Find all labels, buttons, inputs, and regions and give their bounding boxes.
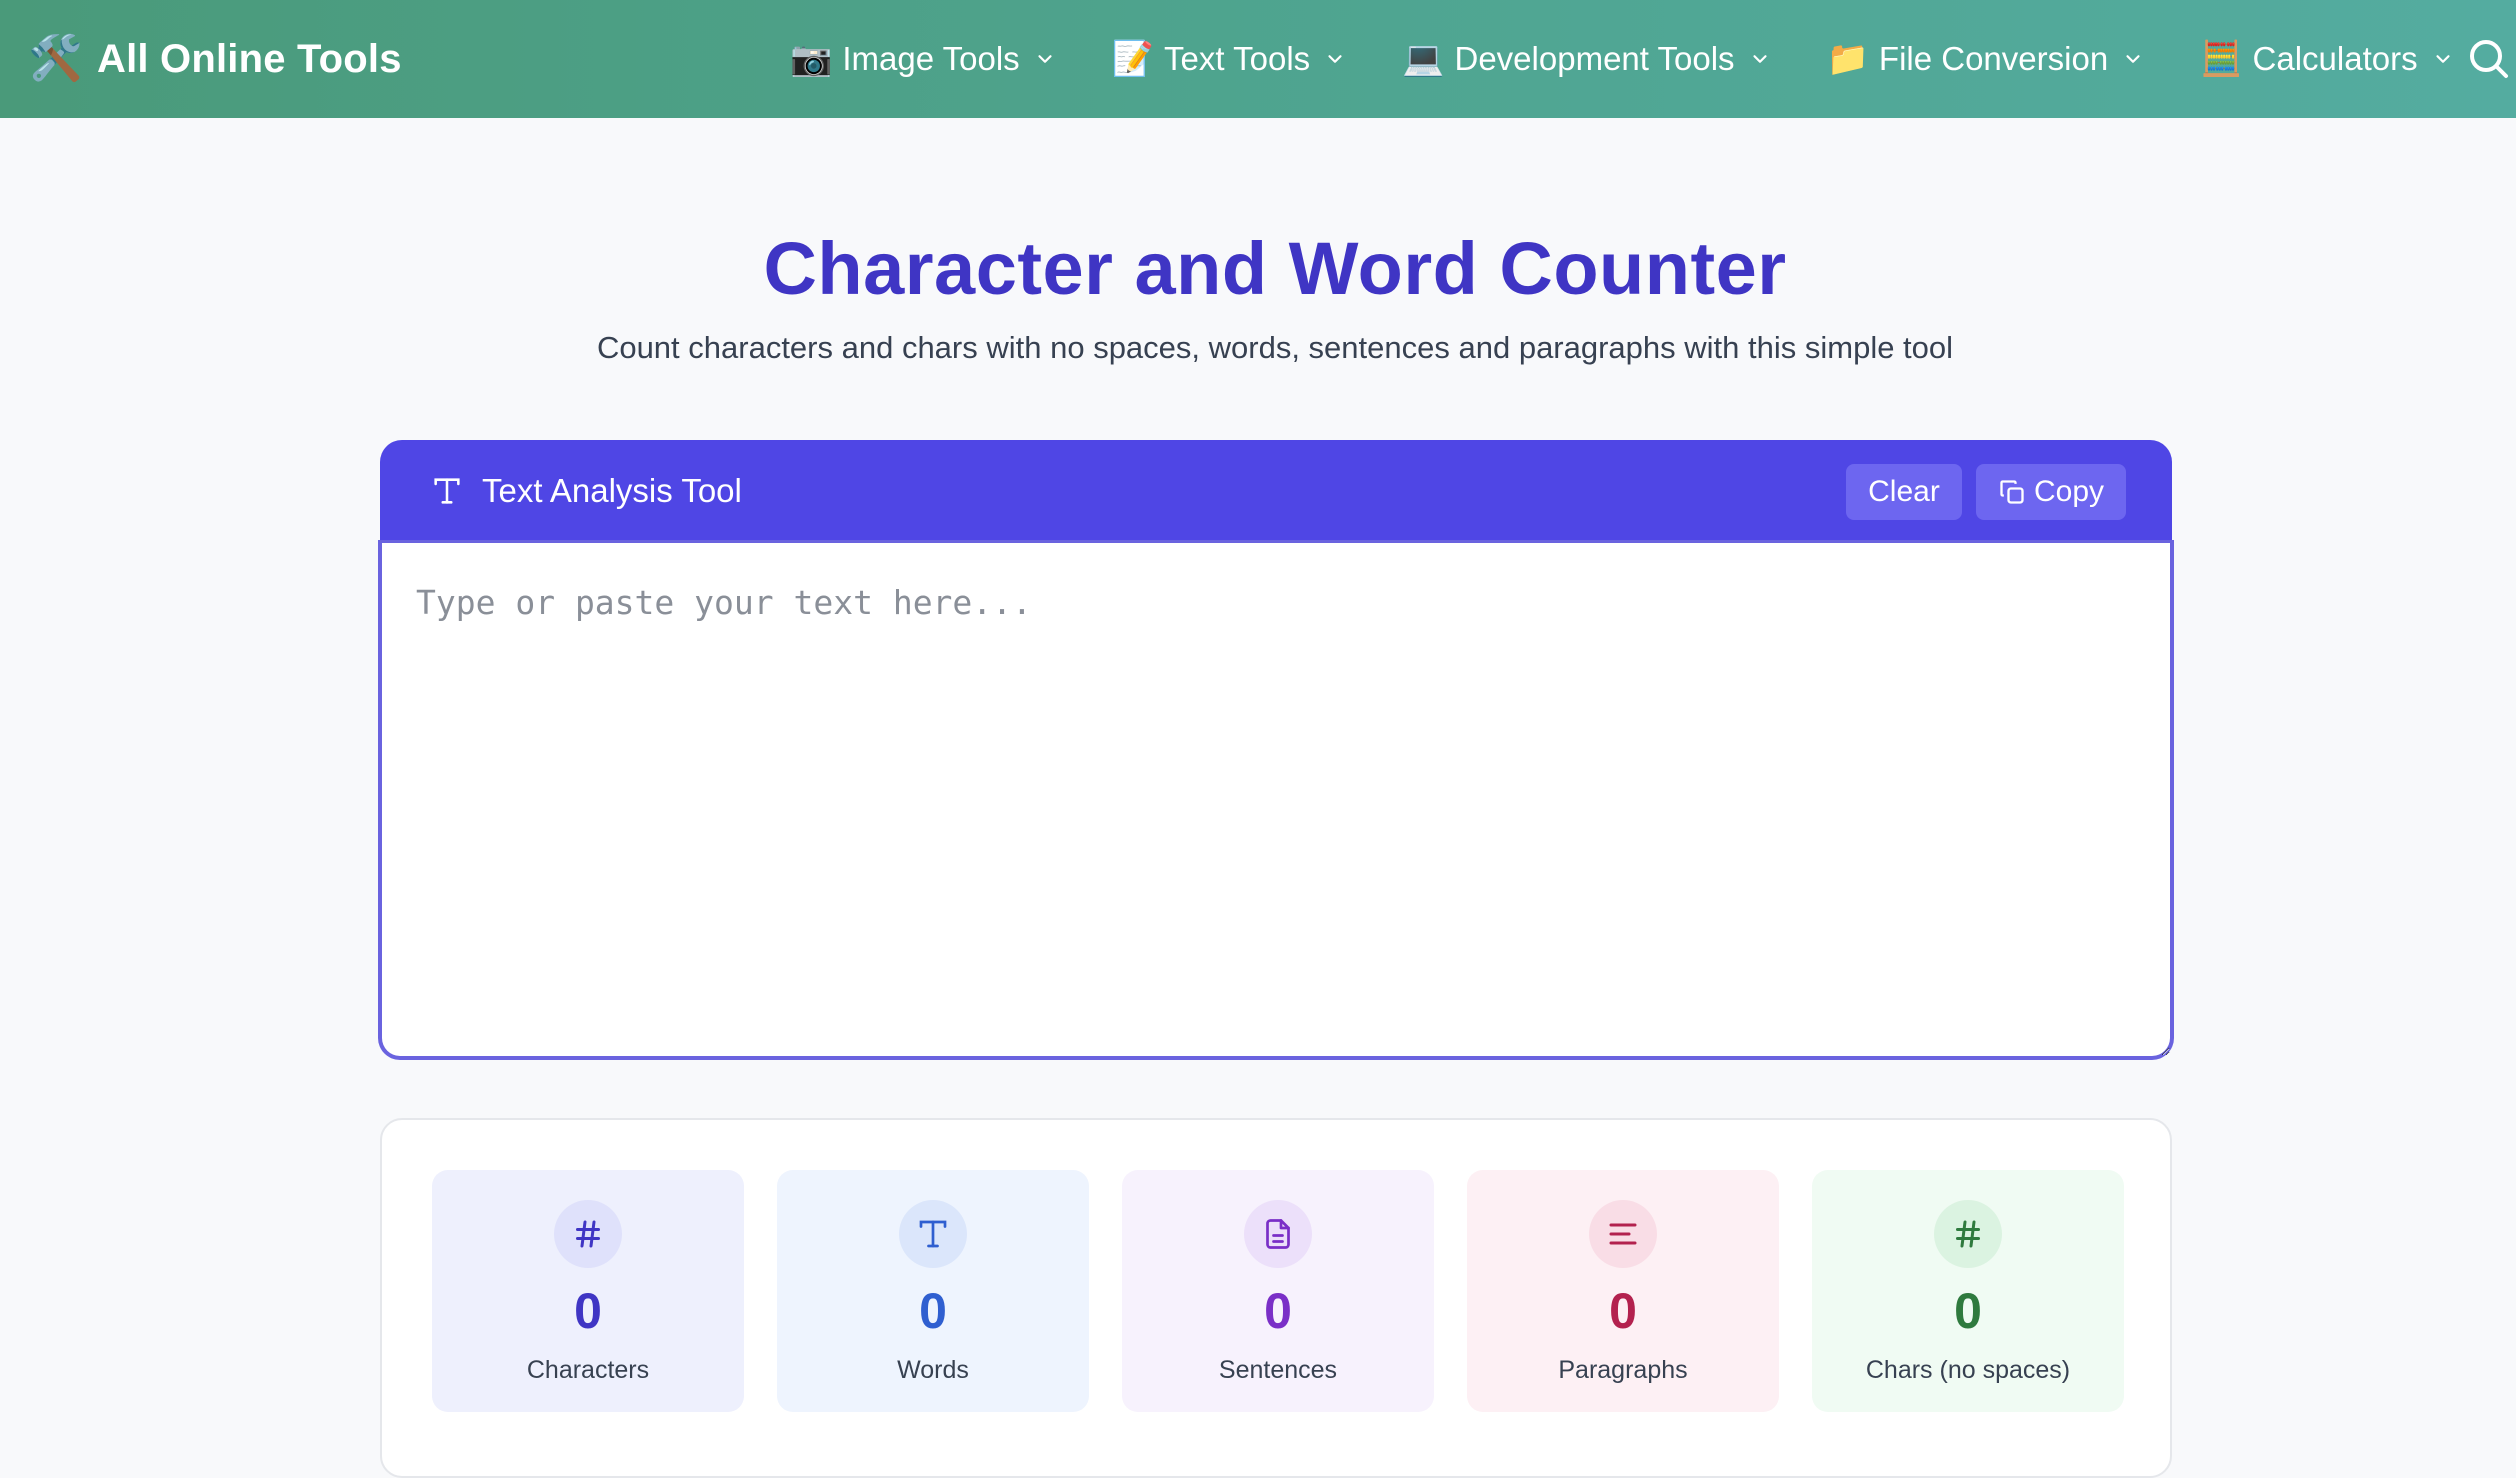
- document-icon: [1266, 1219, 1290, 1249]
- stat-sentences: 0 Sentences: [1122, 1170, 1434, 1412]
- stat-icon-wrap: [1934, 1200, 2002, 1268]
- stat-icon-wrap: [1244, 1200, 1312, 1268]
- paragraph-icon: [1609, 1223, 1637, 1245]
- chevron-down-icon: [1038, 55, 1052, 63]
- chevron-down-icon: [2435, 55, 2450, 63]
- stat-value: 0: [919, 1283, 947, 1339]
- nav-file-conversion[interactable]: 📁 File Conversion: [1827, 40, 2145, 78]
- text-icon: [919, 1220, 947, 1248]
- stat-label: Characters: [526, 1356, 650, 1384]
- main-menu: 📷 Image Tools 📝 Text Tools 💻 Development…: [790, 0, 2510, 118]
- tool-title: Text Analysis Tool: [430, 440, 742, 542]
- chevron-down-icon: [1328, 55, 1342, 63]
- nav-text-tools[interactable]: 📝 Text Tools: [1112, 40, 1346, 78]
- brand-logo[interactable]: 🛠️ All Online Tools: [28, 0, 402, 118]
- camera-icon: 📷: [790, 40, 833, 78]
- copy-button-label: Copy: [2033, 475, 2105, 508]
- stat-value: 0: [1954, 1283, 1982, 1339]
- top-navbar: 🛠️ All Online Tools 📷 Image Tools 📝 Text…: [0, 0, 2516, 118]
- stat-characters: 0 Characters: [432, 1170, 744, 1412]
- stat-words: 0 Words: [777, 1170, 1089, 1412]
- stat-paragraphs: 0 Paragraphs: [1467, 1170, 1779, 1412]
- stat-value: 0: [574, 1283, 602, 1339]
- stats-panel: 0 Characters 0 Words 0 Sentences 0 Parag…: [380, 1118, 2172, 1478]
- hash-icon: [576, 1220, 600, 1248]
- copy-icon: [2000, 480, 2024, 504]
- text-analysis-card: Text Analysis Tool Clear Copy: [378, 440, 2174, 1060]
- tool-header: Text Analysis Tool Clear Copy: [380, 440, 2172, 542]
- nav-calculators[interactable]: 🧮 Calculators: [2200, 40, 2453, 78]
- chevron-down-icon: [1752, 55, 1767, 63]
- stat-label: Words: [897, 1356, 969, 1384]
- nav-image-tools-label: Image Tools: [842, 40, 1020, 77]
- text-input[interactable]: [378, 540, 2174, 1060]
- brand-name: All Online Tools: [97, 36, 402, 81]
- hash-icon: [1956, 1220, 1980, 1248]
- laptop-icon: 💻: [1402, 40, 1445, 78]
- search-icon[interactable]: [2464, 34, 2512, 82]
- memo-icon: 📝: [1111, 40, 1155, 78]
- stat-chars-no-spaces: 0 Chars (no spaces): [1812, 1170, 2124, 1412]
- nav-text-tools-label: Text Tools: [1164, 40, 1311, 77]
- stat-icon-wrap: [554, 1200, 622, 1268]
- stat-value: 0: [1609, 1283, 1637, 1339]
- folder-icon: 📁: [1826, 40, 1869, 78]
- tools-icon: 🛠️: [28, 34, 83, 83]
- stat-label: Sentences: [1218, 1356, 1338, 1384]
- nav-development-tools-label: Development Tools: [1454, 40, 1735, 77]
- stat-value: 0: [1264, 1283, 1292, 1339]
- chevron-down-icon: [2126, 55, 2140, 63]
- page-subtitle: Count characters and chars with no space…: [596, 330, 1954, 365]
- tool-title-label: Text Analysis Tool: [482, 472, 742, 509]
- text-icon: [434, 478, 460, 504]
- page-title: Character and Word Counter: [763, 227, 1787, 310]
- stat-label: Paragraphs: [1558, 1356, 1688, 1384]
- stat-icon-wrap: [899, 1200, 967, 1268]
- nav-development-tools[interactable]: 💻 Development Tools: [1402, 40, 1770, 78]
- copy-button[interactable]: Copy: [1976, 464, 2126, 520]
- stat-icon-wrap: [1589, 1200, 1657, 1268]
- stat-label: Chars (no spaces): [1865, 1356, 2071, 1384]
- abacus-icon: 🧮: [2200, 40, 2243, 78]
- nav-image-tools[interactable]: 📷 Image Tools: [790, 40, 1056, 78]
- clear-button[interactable]: Clear: [1846, 464, 1962, 520]
- nav-file-conversion-label: File Conversion: [1878, 40, 2109, 77]
- nav-calculators-label: Calculators: [2252, 40, 2418, 77]
